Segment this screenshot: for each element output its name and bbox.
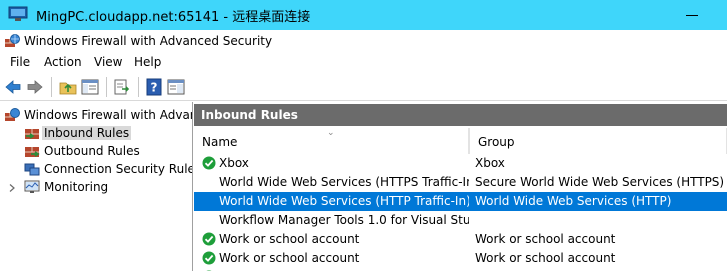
tree-root-firewall[interactable]: Windows Firewall with Advance <box>4 106 193 124</box>
up-folder-icon[interactable] <box>58 78 78 96</box>
rule-name: Work or school account <box>219 232 360 246</box>
rules-pane: Inbound Rules ⌄ Name Group Xbox Xbox Wor… <box>194 102 727 271</box>
toolbar-separator <box>106 77 107 97</box>
minimize-button[interactable] <box>672 0 712 30</box>
tree-item-outbound-rules[interactable]: Outbound Rules <box>24 142 184 160</box>
tree-item-connection-security-rules[interactable]: Connection Security Rules <box>24 160 193 178</box>
table-row[interactable]: Workflow Manager Tools 1.0 for Visual St… <box>194 211 727 230</box>
rule-group: Xbox <box>475 156 505 170</box>
rule-group: Work or school account <box>475 251 616 265</box>
toolbar-separator <box>138 77 139 97</box>
table-row[interactable]: World Wide Web Services (HTTPS Traffic-I… <box>194 173 727 192</box>
tree-root-label: Windows Firewall with Advance <box>24 108 193 122</box>
forward-icon[interactable] <box>25 78 45 96</box>
app-window-title: Windows Firewall with Advanced Security <box>24 34 273 48</box>
tree-item-label: Monitoring <box>44 180 109 194</box>
rule-group: Secure World Wide Web Services (HTTPS) <box>475 175 725 189</box>
rule-name: Xbox <box>219 156 249 170</box>
table-row[interactable]: Xbox Xbox <box>194 154 727 173</box>
help-icon[interactable]: ? <box>144 78 164 96</box>
column-header-group[interactable]: Group <box>469 128 727 154</box>
column-header-label: Group <box>478 135 515 149</box>
inbound-rules-icon <box>25 129 39 139</box>
rule-name: Workflow Manager Tools 1.0 for Visual St… <box>219 213 469 227</box>
rule-name: Work or school account <box>219 251 360 265</box>
column-header-label: Name <box>202 135 238 149</box>
table-row[interactable]: Work or school account Work or school ac… <box>194 249 727 268</box>
rule-group: World Wide Web Services (HTTP) <box>475 194 672 208</box>
export-icon[interactable] <box>112 78 132 96</box>
toolbar: ? <box>0 73 727 101</box>
tree-item-label: Inbound Rules <box>42 126 132 140</box>
menu-bar: File Action View Help <box>0 53 727 73</box>
enabled-check-icon <box>202 156 216 170</box>
tree-item-label: Connection Security Rules <box>44 162 193 176</box>
menu-help[interactable]: Help <box>132 55 163 69</box>
enabled-check-icon <box>202 232 216 246</box>
menu-view[interactable]: View <box>92 55 124 69</box>
navigation-tree: Windows Firewall with Advance Inbound Ru… <box>0 102 193 271</box>
show-hide-action-pane-icon[interactable] <box>166 78 186 96</box>
rdp-window-title: MingPC.cloudapp.net:65141 - 远程桌面连接 <box>36 10 311 25</box>
remote-desktop-icon <box>8 6 28 21</box>
rule-group: Work or school account <box>475 232 616 246</box>
show-hide-tree-icon[interactable] <box>80 78 100 96</box>
rule-name: World Wide Web Services (HTTPS Traffic-I… <box>219 175 469 189</box>
pane-header: Inbound Rules <box>194 104 727 126</box>
table-row-selected[interactable]: World Wide Web Services (HTTP Traffic-In… <box>194 192 727 211</box>
chevron-right-icon[interactable] <box>8 184 16 192</box>
tree-item-label: Outbound Rules <box>44 144 140 158</box>
connection-security-icon <box>24 163 40 176</box>
back-icon[interactable] <box>3 78 23 96</box>
menu-file[interactable]: File <box>8 55 32 69</box>
tree-item-inbound-rules[interactable]: Inbound Rules <box>24 124 184 142</box>
monitoring-icon <box>24 180 40 193</box>
firewall-icon <box>5 108 20 121</box>
firewall-icon <box>5 34 20 47</box>
pane-title: Inbound Rules <box>201 108 298 122</box>
rule-name: World Wide Web Services (HTTP Traffic-In… <box>219 194 469 208</box>
tree-item-monitoring[interactable]: Monitoring <box>24 178 184 196</box>
toolbar-separator <box>51 77 52 97</box>
column-header-name[interactable]: ⌄ Name <box>194 128 469 154</box>
menu-action[interactable]: Action <box>42 55 84 69</box>
sort-caret-icon: ⌄ <box>327 128 335 138</box>
outbound-rules-icon <box>25 147 40 157</box>
rdp-title-bar[interactable]: MingPC.cloudapp.net:65141 - 远程桌面连接 <box>0 0 727 30</box>
app-title-bar[interactable]: Windows Firewall with Advanced Security <box>0 30 727 52</box>
enabled-check-icon <box>202 251 216 265</box>
table-row[interactable]: Work or school account Work or school ac… <box>194 230 727 249</box>
svg-text:?: ? <box>151 81 158 95</box>
